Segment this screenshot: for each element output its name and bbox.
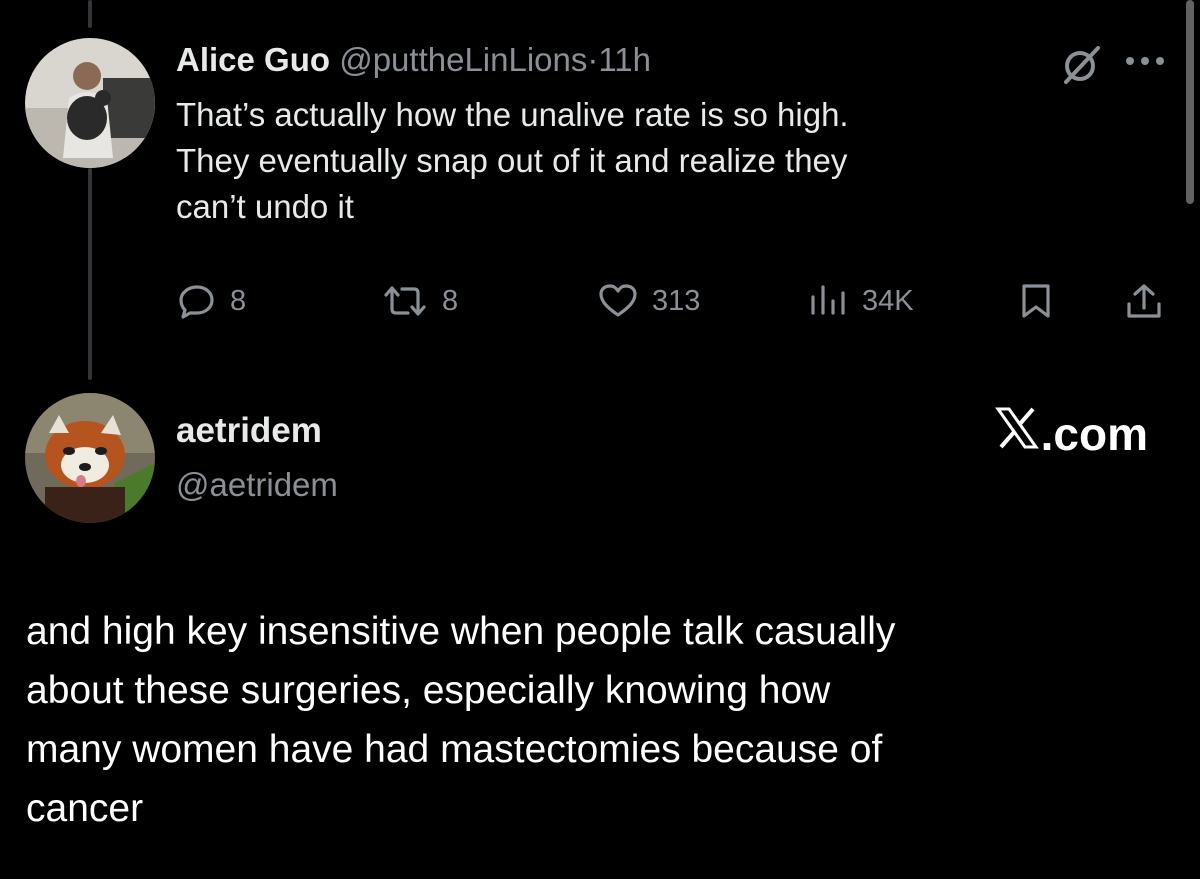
x-com-brand: .com	[994, 406, 1148, 462]
avatar-aetridem[interactable]	[25, 393, 155, 523]
reply-text-line: and high key insensitive when people tal…	[26, 610, 896, 653]
reply-text: and high key insensitive when people tal…	[26, 602, 1176, 838]
thread-line-top	[88, 0, 92, 28]
reply-text-line: many women have had mastectomies because…	[26, 728, 883, 771]
tweet-text-line: They eventually snap out of it and reali…	[176, 142, 848, 179]
bookmark-icon	[1018, 282, 1054, 320]
author-handle[interactable]: @puttheLinLions	[339, 41, 587, 78]
scrollbar[interactable]	[1186, 0, 1194, 204]
repost-button[interactable]: 8	[382, 278, 458, 324]
brand-text: .com	[1040, 408, 1148, 460]
more-icon[interactable]	[1120, 46, 1170, 76]
like-count: 313	[652, 284, 701, 317]
views-icon	[808, 283, 848, 319]
repost-count: 8	[442, 284, 459, 317]
reply-count: 8	[230, 284, 247, 317]
reply-author-name[interactable]: aetridem	[176, 408, 322, 454]
tweet-text-line: That’s actually how the unalive rate is …	[176, 96, 849, 133]
views-button[interactable]: 34K	[808, 278, 914, 324]
share-icon	[1124, 282, 1164, 320]
views-count: 34K	[862, 284, 914, 317]
bookmark-button[interactable]	[1018, 278, 1054, 324]
share-button[interactable]	[1124, 278, 1164, 324]
repost-icon	[382, 283, 428, 319]
reply-author-handle[interactable]: @aetridem	[176, 462, 338, 508]
tweet-text-line: can’t undo it	[176, 188, 354, 225]
like-icon	[598, 283, 638, 319]
like-button[interactable]: 313	[598, 278, 700, 324]
tweet-header: Alice Guo @puttheLinLions·11h	[176, 38, 651, 82]
avatar-alice-guo[interactable]	[25, 38, 155, 168]
reply-text-line: about these surgeries, especially knowin…	[26, 669, 831, 712]
author-name[interactable]: Alice Guo	[176, 41, 330, 78]
reply-icon	[178, 283, 216, 319]
x-logo-icon	[994, 406, 1041, 462]
grok-icon[interactable]	[1060, 42, 1104, 86]
timestamp[interactable]: 11h	[598, 41, 651, 78]
reply-button[interactable]: 8	[178, 278, 246, 324]
reply-text-line: cancer	[26, 787, 144, 830]
tweet-actions: 8 8 313 34K	[0, 278, 1200, 324]
tweet-text: That’s actually how the unalive rate is …	[176, 92, 1136, 230]
separator-dot: ·	[587, 41, 599, 78]
thread-line	[88, 168, 92, 380]
